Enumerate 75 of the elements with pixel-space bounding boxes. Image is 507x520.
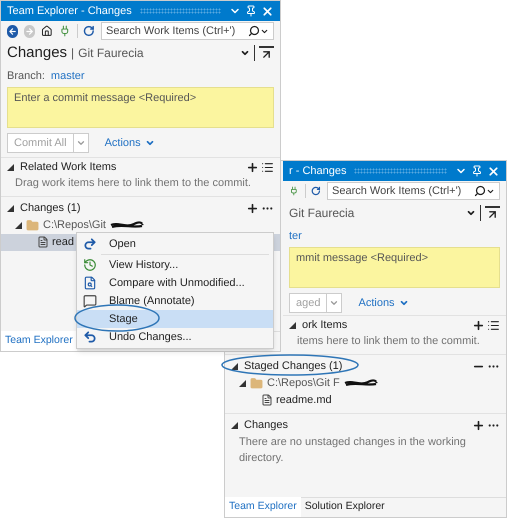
repository-name: Git Faurecia (78, 45, 144, 62)
section-title[interactable]: Related Work Items (20, 158, 116, 176)
tab[interactable]: Team Explorer (225, 497, 301, 517)
open-icon (83, 237, 97, 251)
navigate-icon[interactable] (259, 46, 274, 60)
home-icon[interactable] (41, 24, 53, 38)
add-icon[interactable] (246, 202, 259, 215)
folder-path[interactable]: C:\Repos\Git F (267, 374, 340, 392)
search-field[interactable]: Search Work Items (Ctrl+') (327, 182, 500, 200)
section-hint: Drag work items here to link them to the commit. (15, 177, 251, 189)
refresh-icon[interactable] (83, 24, 95, 38)
caret-icon (398, 298, 409, 308)
search-field[interactable]: Search Work Items (Ctrl+') (100, 22, 274, 40)
file-icon (261, 394, 273, 406)
list-icon[interactable] (487, 318, 500, 332)
collapse-triangle-icon[interactable] (7, 205, 14, 212)
history-icon (83, 258, 97, 272)
branch-label: Branch: (7, 68, 45, 84)
tab[interactable]: Team Explorer (1, 331, 77, 351)
commit-message-field[interactable]: Enter a commit message <Required> (7, 87, 274, 128)
window-title: r - Changes (289, 164, 346, 179)
back-icon[interactable] (7, 24, 18, 38)
collapse-triangle-icon[interactable] (239, 380, 246, 386)
plug-icon[interactable] (289, 184, 299, 198)
collapse-triangle-icon[interactable] (7, 164, 14, 170)
folder-icon (250, 376, 263, 390)
menu-item[interactable]: Open (77, 235, 273, 253)
plug-icon[interactable] (58, 24, 71, 38)
title-separator: | (71, 45, 74, 62)
branch-link[interactable]: master (50, 68, 85, 84)
refresh-icon[interactable] (311, 184, 321, 198)
pin-icon[interactable] (245, 5, 257, 17)
collapse-triangle-icon[interactable] (231, 363, 238, 370)
menu-item[interactable]: Compare with Unmodified... (77, 274, 273, 292)
add-icon[interactable] (246, 160, 259, 174)
actions-menu[interactable]: Actions (104, 134, 155, 152)
repository-name: Git Faurecia (289, 205, 354, 222)
window-title: Team Explorer - Changes (7, 4, 132, 19)
section-title[interactable]: Staged Changes (1) (244, 358, 342, 375)
dropdown-icon[interactable] (240, 48, 250, 58)
search-icon[interactable] (248, 25, 260, 37)
compare-icon (83, 276, 97, 290)
menu-item[interactable]: Stage (77, 310, 273, 328)
section-hint: items here to link them to the commit. (297, 335, 480, 347)
section-title[interactable]: ork Items (302, 316, 348, 334)
actions-menu[interactable]: Actions (358, 294, 409, 312)
comment-icon (83, 294, 97, 308)
pin-icon[interactable] (471, 165, 483, 177)
section-title[interactable]: Changes (1) (20, 200, 81, 217)
close-icon[interactable] (261, 4, 274, 18)
menu-item[interactable]: Undo Changes... (77, 328, 273, 346)
collapse-triangle-icon[interactable] (15, 222, 22, 228)
search-icon[interactable] (474, 185, 486, 197)
collapse-triangle-icon[interactable] (231, 422, 238, 429)
commit-message-field[interactable]: mmit message <Required> (289, 247, 500, 288)
navigate-icon[interactable] (485, 206, 500, 220)
section-title[interactable]: Changes (244, 417, 288, 434)
undo-icon (83, 330, 97, 344)
branch-link[interactable]: ter (289, 228, 302, 244)
folder-icon (26, 218, 39, 232)
folder-path[interactable]: C:\Repos\Git (43, 216, 106, 234)
menu-item[interactable]: View History... (77, 256, 273, 274)
tab[interactable]: Solution Explorer (300, 497, 389, 517)
file-item[interactable]: readme.md (225, 392, 506, 408)
caret-icon (144, 138, 155, 148)
list-icon[interactable] (261, 160, 274, 174)
add-icon[interactable] (472, 318, 485, 332)
page-title: Changes (7, 42, 68, 63)
add-icon[interactable] (472, 419, 485, 432)
dropdown-icon[interactable] (466, 208, 476, 218)
section-hint: There are no unstaged changes in the working directory. (239, 436, 466, 464)
menu-item[interactable]: Blame (Annotate) (77, 292, 273, 310)
close-icon[interactable] (487, 164, 500, 178)
collapse-triangle-icon[interactable] (289, 322, 296, 328)
file-icon (37, 236, 49, 248)
